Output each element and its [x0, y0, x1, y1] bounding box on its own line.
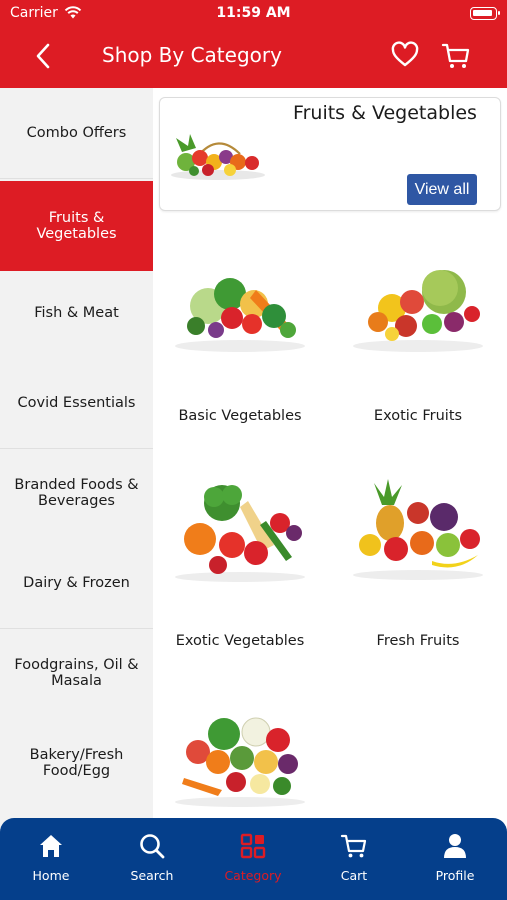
sidebar-item-combo-offers[interactable]: Combo Offers	[0, 88, 153, 178]
sidebar-item-label: Fish & Meat	[34, 305, 119, 321]
profile-icon	[444, 834, 466, 858]
nav-bar: Shop By Category	[0, 28, 507, 88]
cart-icon	[441, 43, 470, 68]
sidebar-item-bakery[interactable]: Bakery/Fresh Food/Egg	[0, 718, 153, 808]
category-grid-icon	[240, 833, 266, 859]
tab-home[interactable]: Home	[1, 832, 101, 892]
tab-category[interactable]: Category	[203, 832, 303, 892]
wishlist-button[interactable]	[390, 40, 420, 70]
tab-label: Home	[32, 868, 70, 883]
product-label: Basic Vegetables	[178, 408, 302, 424]
tab-label: Category	[224, 868, 282, 883]
tab-profile[interactable]: Profile	[405, 832, 505, 892]
fruits-vegetables-image	[171, 134, 265, 180]
product-exotic-vegetables[interactable]: Exotic Vegetables	[155, 473, 325, 663]
app-header: Carrier 11:59 AM Shop By Category	[0, 0, 507, 88]
sidebar-item-fish-meat[interactable]: Fish & Meat	[0, 268, 153, 358]
sidebar-item-label: Branded Foods & Beverages	[14, 477, 139, 509]
category-sidebar: Combo Offers Fruits & Vegetables Fish & …	[0, 88, 153, 828]
product-label: Exotic Fruits	[373, 408, 463, 424]
sidebar-item-covid-essentials[interactable]: Covid Essentials	[0, 358, 153, 448]
tab-label: Cart	[340, 868, 368, 883]
heart-icon	[391, 41, 419, 67]
search-icon	[140, 834, 165, 859]
status-bar: Carrier 11:59 AM	[0, 0, 507, 28]
divider	[0, 178, 153, 179]
tab-label: Profile	[435, 868, 475, 883]
product-label: Fresh Fruits	[376, 633, 460, 649]
category-content: Fruits & Vegetables View all Basic Veget…	[153, 88, 507, 828]
banner-title: Fruits & Vegetables	[293, 102, 477, 124]
exotic-fruits-image	[353, 270, 483, 352]
sidebar-item-label: Combo Offers	[26, 125, 127, 141]
sidebar-item-label: Covid Essentials	[17, 395, 136, 411]
tab-label: Search	[130, 868, 174, 883]
product-fresh-fruits[interactable]: Fresh Fruits	[333, 473, 503, 663]
basic-vegetables-image	[175, 278, 305, 352]
sidebar-item-branded-foods[interactable]: Branded Foods & Beverages	[0, 448, 153, 538]
category-banner: Fruits & Vegetables View all	[159, 97, 501, 211]
exotic-vegetables-image	[175, 485, 305, 582]
cart-icon	[340, 834, 367, 858]
product-label: Exotic Vegetables	[175, 633, 305, 649]
tab-cart[interactable]: Cart	[304, 832, 404, 892]
page-title: Shop By Category	[102, 43, 282, 67]
mixed-vegetables-image	[175, 717, 305, 807]
back-button[interactable]	[28, 40, 60, 72]
header-cart-button[interactable]	[440, 40, 472, 72]
product-exotic-fruits[interactable]: Exotic Fruits	[333, 248, 503, 438]
sidebar-item-label: Fruits & Vegetables	[36, 210, 117, 242]
view-all-button[interactable]: View all	[407, 174, 477, 205]
bottom-tab-bar: Home Search Category Cart Profile	[0, 818, 507, 900]
sidebar-item-label: Bakery/Fresh Food/Egg	[29, 747, 124, 779]
sidebar-item-label: Dairy & Frozen	[23, 575, 130, 591]
product-basic-vegetables[interactable]: Basic Vegetables	[155, 248, 325, 438]
sidebar-item-fruits-vegetables[interactable]: Fruits & Vegetables	[0, 181, 153, 271]
home-icon	[40, 835, 62, 857]
chevron-left-icon	[36, 43, 50, 69]
tab-search[interactable]: Search	[102, 832, 202, 892]
sidebar-item-label: Foodgrains, Oil & Masala	[14, 657, 139, 689]
battery-icon	[470, 7, 500, 20]
fresh-fruits-image	[353, 479, 483, 580]
sidebar-item-dairy-frozen[interactable]: Dairy & Frozen	[0, 538, 153, 628]
status-time: 11:59 AM	[216, 5, 291, 21]
sidebar-item-foodgrains-oil-masala[interactable]: Foodgrains, Oil & Masala	[0, 628, 153, 718]
